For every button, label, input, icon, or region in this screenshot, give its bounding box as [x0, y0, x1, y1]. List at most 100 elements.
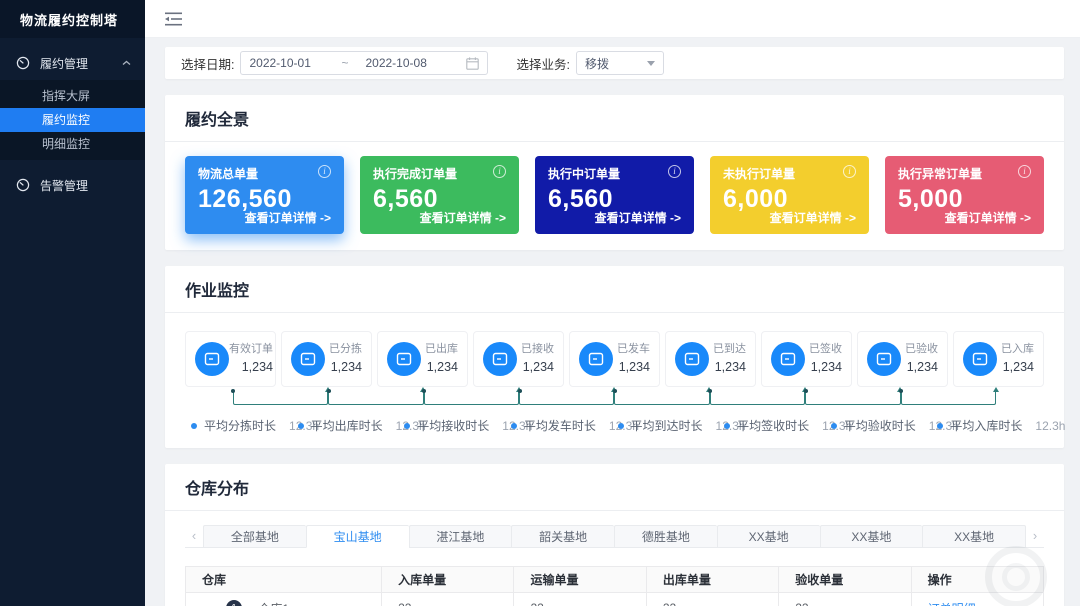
overview-card-label: 物流总单量 [198, 165, 258, 182]
rank-badge: 1 [226, 600, 242, 606]
base-tab[interactable]: XX基地 [717, 525, 820, 548]
step-value: 1,234 [905, 358, 938, 377]
step-connectors [233, 392, 997, 408]
info-icon[interactable]: i [318, 165, 331, 178]
step-card: 已分拣 1,234 [281, 331, 372, 387]
overview-card[interactable]: 执行异常订单量 i 5,000 查看订单详情 -> [885, 156, 1044, 234]
overview-cards: 物流总单量 i 126,560 查看订单详情 -> 执行完成订单量 i [165, 142, 1064, 250]
duration-value: 12.3h [1035, 419, 1065, 433]
bullet-dot-icon [511, 423, 517, 429]
date-filter-label: 选择日期: [181, 54, 234, 73]
overview-card-label: 未执行订单量 [723, 165, 795, 182]
view-order-details-link[interactable]: 查看订单详情 -> [945, 209, 1031, 226]
warehouse-title: 仓库分布 [165, 464, 1064, 511]
duration-item: 平均发车时长 12.3h [511, 417, 618, 434]
table-header-row: 仓库入库单量运输单量出库单量验收单量操作 [186, 567, 1044, 593]
sidebar-item[interactable]: 指挥大屏 [0, 84, 145, 108]
date-range-input[interactable]: 2022-10-01 ~ 2022-10-08 [240, 51, 488, 75]
step-connector-arrow [710, 392, 805, 405]
overview-card[interactable]: 物流总单量 i 126,560 查看订单详情 -> [185, 156, 344, 234]
step-connector-arrow [328, 392, 423, 405]
duration-item: 平均出库时长 12.3h [298, 417, 405, 434]
base-tab[interactable]: 全部基地 [203, 525, 306, 548]
view-order-details-link[interactable]: 查看订单详情 -> [595, 209, 681, 226]
sidebar-item[interactable]: 明细监控 [0, 132, 145, 156]
duration-item: 平均签收时长 12.3h [724, 417, 831, 434]
sidebar-group-alerts[interactable]: 告警管理 [0, 168, 145, 202]
step-card: 有效订单 1,234 [185, 331, 276, 387]
duration-label: 平均签收时长 [737, 417, 809, 434]
outbound-count: 22 [646, 593, 778, 606]
step-connector-arrow [424, 392, 519, 405]
bullet-dot-icon [298, 423, 304, 429]
gauge-icon [16, 56, 30, 70]
base-tab[interactable]: 湛江基地 [409, 525, 512, 548]
order-doc-icon [195, 342, 229, 376]
order-detail-link[interactable]: 订单明细 [928, 602, 976, 606]
warehouse-table: 仓库入库单量运输单量出库单量验收单量操作 1 仓库1 22 22 [185, 566, 1044, 606]
step-label: 已签收 [809, 341, 842, 358]
operations-title: 作业监控 [165, 266, 1064, 313]
view-order-details-link[interactable]: 查看订单详情 -> [245, 209, 331, 226]
step-label: 已发车 [617, 341, 650, 358]
info-icon[interactable]: i [668, 165, 681, 178]
view-order-details-link[interactable]: 查看订单详情 -> [770, 209, 856, 226]
table-header-cell: 验收单量 [779, 567, 911, 593]
step-value: 1,234 [713, 358, 746, 377]
topbar [145, 0, 1080, 38]
info-icon[interactable]: i [843, 165, 856, 178]
base-tab[interactable]: XX基地 [922, 525, 1026, 548]
step-value: 1,234 [425, 358, 458, 377]
table-header-cell: 入库单量 [382, 567, 514, 593]
base-tab[interactable]: 宝山基地 [306, 525, 409, 548]
main-area: 选择日期: 2022-10-01 ~ 2022-10-08 选择业务: 移拨 履 [145, 0, 1080, 606]
overview-panel: 履约全景 物流总单量 i 126,560 查看订单详情 -> [165, 95, 1064, 250]
table-body: 1 仓库1 22 22 22 22 订单明细 [186, 593, 1044, 606]
app-title: 物流履约控制塔 [0, 0, 145, 38]
view-order-details-link[interactable]: 查看订单详情 -> [420, 209, 506, 226]
base-tab[interactable]: 韶关基地 [511, 525, 614, 548]
step-connector-arrow [233, 392, 328, 405]
base-tabs: 全部基地 宝山基地 湛江基地 韶关基地 德胜基地 XX基地 XX基地 [203, 525, 1026, 547]
order-doc-icon [291, 342, 325, 376]
info-icon[interactable]: i [1018, 165, 1031, 178]
base-tab[interactable]: XX基地 [820, 525, 923, 548]
transport-count: 22 [514, 593, 646, 606]
bullet-dot-icon [724, 423, 730, 429]
info-icon[interactable]: i [493, 165, 506, 178]
bullet-dot-icon [937, 423, 943, 429]
sidebar-item[interactable]: 履约监控 [0, 108, 145, 132]
step-value: 1,234 [809, 358, 842, 377]
sidebar-submenu: 指挥大屏 履约监控 明细监控 [0, 80, 145, 160]
order-doc-icon [483, 342, 517, 376]
tabs-next-icon[interactable]: › [1026, 528, 1044, 547]
step-card: 已接收 1,234 [473, 331, 564, 387]
date-start-value[interactable]: 2022-10-01 [249, 56, 341, 70]
tabs-prev-icon[interactable]: ‹ [185, 528, 203, 547]
bullet-dot-icon [831, 423, 837, 429]
overview-card[interactable]: 执行完成订单量 i 6,560 查看订单详情 -> [360, 156, 519, 234]
step-value: 1,234 [617, 358, 650, 377]
duration-item: 平均到达时长 12.3h [618, 417, 725, 434]
duration-label: 平均发车时长 [524, 417, 596, 434]
duration-stats: 平均分拣时长 12.3h 平均出库时长 12.3h [185, 417, 1044, 434]
order-doc-icon [387, 342, 421, 376]
step-card: 已入库 1,234 [953, 331, 1044, 387]
filter-bar: 选择日期: 2022-10-01 ~ 2022-10-08 选择业务: 移拨 [165, 47, 1064, 79]
app-window: 物流履约控制塔 履约管理 指挥大屏 履约监控 明细监控 告警管理 [0, 0, 1080, 606]
duration-label: 平均接收时长 [417, 417, 489, 434]
step-label: 已出库 [425, 341, 458, 358]
overview-card-label: 执行异常订单量 [898, 165, 982, 182]
menu-fold-icon[interactable] [165, 12, 183, 26]
date-end-value[interactable]: 2022-10-08 [365, 56, 457, 70]
base-tab[interactable]: 德胜基地 [614, 525, 717, 548]
business-select-value: 移拨 [585, 55, 609, 72]
overview-card-label: 执行中订单量 [548, 165, 620, 182]
business-select[interactable]: 移拨 [576, 51, 664, 75]
operations-panel: 作业监控 有效订单 1,234 [165, 266, 1064, 448]
overview-card[interactable]: 未执行订单量 i 6,000 查看订单详情 -> [710, 156, 869, 234]
overview-card[interactable]: 执行中订单量 i 6,560 查看订单详情 -> [535, 156, 694, 234]
duration-label: 平均到达时长 [631, 417, 703, 434]
step-card: 已验收 1,234 [857, 331, 948, 387]
sidebar-group-fulfillment[interactable]: 履约管理 [0, 46, 145, 80]
